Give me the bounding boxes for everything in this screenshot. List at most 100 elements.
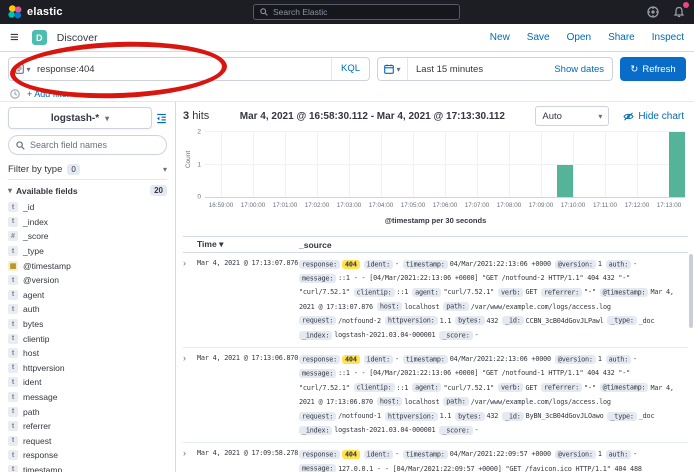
field-item-bytes[interactable]: tbytes: [8, 317, 167, 332]
field-badge: _type:: [607, 316, 636, 325]
gridline: [221, 132, 222, 197]
table-header: Time ▾ _source: [183, 236, 688, 253]
index-pattern-select[interactable]: logstash-* ▾: [8, 107, 152, 129]
menu-icon[interactable]: ≡: [10, 30, 19, 45]
scrollbar-thumb[interactable]: [689, 254, 693, 328]
global-search-input[interactable]: Search Elastic: [253, 4, 460, 20]
string-field-icon: t: [8, 217, 18, 227]
field-item-host[interactable]: thost: [8, 346, 167, 361]
available-fields-header[interactable]: ▾ Available fields 20: [8, 185, 167, 196]
filter-by-type[interactable]: Filter by type 0 ▾: [8, 160, 167, 180]
histogram-bar-17:09:30[interactable]: [557, 165, 573, 198]
x-tick-label: 17:02:00: [305, 202, 330, 209]
query-language-button[interactable]: KQL: [331, 58, 369, 80]
field-item-timestamp[interactable]: ▦@timestamp: [8, 258, 167, 273]
gridline: [317, 132, 318, 197]
gridline: [477, 132, 478, 197]
field-badge: clientip:: [354, 383, 395, 392]
field-item-score[interactable]: #_score: [8, 229, 167, 244]
gridline: [637, 132, 638, 197]
notifications-icon[interactable]: [672, 5, 686, 19]
field-item-version[interactable]: t@version: [8, 273, 167, 288]
field-item-referrer[interactable]: treferrer: [8, 419, 167, 434]
histogram-bar-17:13:00[interactable]: [669, 132, 685, 197]
saved-query-icon[interactable]: ▾: [9, 64, 37, 74]
appbar-action-share[interactable]: Share: [608, 32, 635, 43]
chevron-down-icon: ▾: [163, 165, 167, 174]
field-search-input[interactable]: Search field names: [8, 135, 167, 155]
field-item-ident[interactable]: tident: [8, 375, 167, 390]
add-filter-button[interactable]: + Add filter: [27, 89, 70, 99]
field-name: response: [23, 450, 58, 460]
expand-row-icon[interactable]: ›: [183, 447, 197, 472]
row-time: Mar 4, 2021 @ 17:09:58.278: [197, 447, 299, 472]
field-item-index[interactable]: t_index: [8, 215, 167, 230]
field-item-httpversion[interactable]: thttpversion: [8, 361, 167, 376]
help-icon[interactable]: [646, 5, 660, 19]
x-tick-label: 17:09:00: [529, 202, 554, 209]
x-tick-label: 17:04:00: [369, 202, 394, 209]
calendar-icon[interactable]: ▾: [378, 58, 408, 80]
string-field-icon: t: [8, 421, 18, 431]
field-item-path[interactable]: tpath: [8, 404, 167, 419]
field-badge: path:: [443, 302, 468, 311]
field-item-message[interactable]: tmessage: [8, 390, 167, 405]
global-header: elastic Search Elastic: [0, 0, 694, 24]
field-item-response[interactable]: tresponse: [8, 448, 167, 463]
x-tick-label: 17:10:00: [561, 202, 586, 209]
field-badge: auth:: [606, 260, 631, 269]
field-item-type[interactable]: t_type: [8, 244, 167, 259]
expand-row-icon[interactable]: ›: [183, 257, 197, 342]
collapse-sidebar-icon[interactable]: [156, 113, 167, 124]
gridline: [205, 164, 685, 165]
string-field-icon: t: [8, 246, 18, 256]
field-item-clientip[interactable]: tclientip: [8, 331, 167, 346]
query-text[interactable]: response:404: [37, 64, 331, 75]
gridline: [413, 132, 414, 197]
field-item-timestamp[interactable]: ttimestamp: [8, 463, 167, 472]
index-pattern-label: logstash-*: [51, 113, 99, 124]
search-icon: [260, 8, 268, 16]
field-badge: message:: [299, 369, 336, 378]
field-badge: message:: [299, 274, 336, 283]
elastic-logo[interactable]: elastic: [8, 5, 63, 19]
filter-history-icon[interactable]: [10, 89, 20, 99]
string-field-icon: t: [8, 275, 18, 285]
field-item-id[interactable]: t_id: [8, 200, 167, 215]
interval-select[interactable]: Auto ▾: [535, 106, 609, 126]
appbar-action-inspect[interactable]: Inspect: [652, 32, 684, 43]
sort-icon: ▾: [219, 239, 223, 249]
hide-chart-button[interactable]: Hide chart: [623, 111, 684, 122]
string-field-icon: t: [8, 436, 18, 446]
histogram-chart[interactable]: Count 012 16:59:0017:00:0017:01:0017:02:…: [183, 130, 688, 232]
row-source: response:404 ident:- timestamp:04/Mar/20…: [299, 447, 688, 472]
time-range-value[interactable]: Last 15 minutes: [408, 64, 554, 75]
x-tick-label: 17:01:00: [273, 202, 298, 209]
time-column-header[interactable]: Time ▾: [197, 239, 299, 250]
query-input[interactable]: ▾ response:404 KQL: [8, 57, 370, 81]
breadcrumb[interactable]: Discover: [57, 32, 98, 44]
field-name: request: [23, 436, 51, 446]
expand-row-icon[interactable]: ›: [183, 352, 197, 437]
filter-type-count-badge: 0: [67, 164, 79, 175]
string-field-icon: t: [8, 348, 18, 358]
refresh-button[interactable]: ↻ Refresh: [620, 57, 686, 81]
field-item-request[interactable]: t request: [8, 434, 167, 449]
field-badge: referrer:: [541, 383, 582, 392]
field-item-agent[interactable]: tagent: [8, 288, 167, 303]
field-name: ident: [23, 377, 41, 387]
appbar-action-open[interactable]: Open: [567, 32, 591, 43]
gridline: [541, 132, 542, 197]
field-name: timestamp: [23, 465, 62, 472]
y-tick-label: 0: [197, 194, 201, 201]
appbar-action-new[interactable]: New: [490, 32, 510, 43]
show-dates-button[interactable]: Show dates: [554, 64, 612, 75]
string-field-icon: t: [8, 407, 18, 417]
appbar-action-save[interactable]: Save: [527, 32, 550, 43]
y-tick-label: 1: [197, 161, 201, 168]
appbar-actions: New Save Open Share Inspect: [490, 32, 684, 43]
filter-by-type-label: Filter by type: [8, 164, 62, 175]
field-item-auth[interactable]: tauth: [8, 302, 167, 317]
field-badge: request:: [299, 412, 336, 421]
logo-text: elastic: [27, 6, 63, 18]
